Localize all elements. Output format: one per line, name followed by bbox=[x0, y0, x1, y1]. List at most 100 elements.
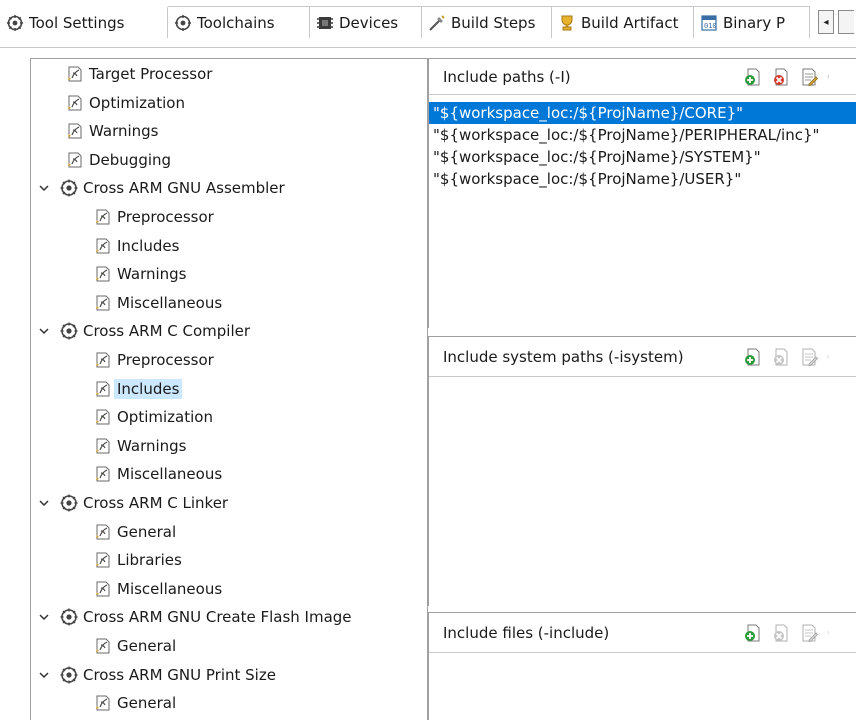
move-up-icon[interactable] bbox=[827, 623, 833, 643]
tree-item[interactable]: Preprocessor bbox=[93, 204, 214, 230]
tree-item[interactable]: Preprocessor bbox=[93, 347, 214, 373]
move-up-icon[interactable] bbox=[827, 67, 833, 87]
tab-binary[interactable]: 010 Binary P bbox=[694, 6, 810, 38]
chevron-left-icon: ◂ bbox=[823, 16, 829, 28]
tree-item[interactable]: Optimization bbox=[93, 404, 213, 430]
tree-item-label: Preprocessor bbox=[117, 208, 214, 226]
include-files-header: Include files (-include) bbox=[429, 613, 856, 653]
delete-file-icon[interactable] bbox=[771, 623, 791, 643]
include-system-paths-panel: Include system paths (-isystem) bbox=[428, 336, 856, 606]
tab-label: Tool Settings bbox=[29, 14, 125, 32]
tree-group[interactable]: Cross ARM GNU Print Size bbox=[37, 662, 276, 688]
tree-item-label: Target Processor bbox=[89, 65, 213, 83]
tab-devices[interactable]: Devices bbox=[310, 6, 422, 38]
delete-path-icon[interactable] bbox=[771, 347, 791, 367]
tree-item[interactable]: Optimization bbox=[65, 90, 185, 116]
list-item[interactable]: "${workspace_loc:/${ProjName}/PERIPHERAL… bbox=[429, 124, 856, 146]
tool-icon bbox=[59, 321, 79, 341]
tab-label: Binary P bbox=[723, 13, 786, 32]
add-path-icon[interactable] bbox=[743, 67, 763, 87]
tool-settings-icon bbox=[6, 14, 24, 32]
list-item[interactable]: "${workspace_loc:/${ProjName}/CORE}" bbox=[429, 102, 856, 124]
settings-page-icon bbox=[93, 293, 113, 313]
tree-item[interactable]: Warnings bbox=[93, 433, 187, 459]
tab-label: Devices bbox=[339, 13, 399, 32]
settings-page-icon bbox=[65, 64, 85, 84]
chevron-down-icon[interactable] bbox=[37, 181, 51, 195]
tool-settings-tree: Target Processor Optimization Warnings Debu… bbox=[30, 58, 428, 720]
tree-item[interactable]: General bbox=[93, 690, 176, 716]
tree-item-label: Optimization bbox=[117, 408, 213, 427]
tree-item[interactable]: Includes bbox=[93, 376, 183, 402]
tree-item[interactable]: Warnings bbox=[65, 118, 159, 144]
chevron-down-icon[interactable] bbox=[37, 324, 51, 338]
tab-label: Toolchains bbox=[197, 13, 275, 32]
settings-page-icon bbox=[65, 121, 85, 141]
settings-page-icon bbox=[93, 407, 113, 427]
chevron-down-icon[interactable] bbox=[37, 668, 51, 682]
tab-scroll-left-button[interactable]: ◂ bbox=[818, 10, 834, 34]
tree-item[interactable]: Libraries bbox=[93, 547, 182, 573]
include-files-panel: Include files (-include) bbox=[428, 612, 856, 720]
edit-file-icon[interactable] bbox=[799, 623, 819, 643]
tree-item-label: Libraries bbox=[117, 551, 182, 570]
chevron-down-icon[interactable] bbox=[37, 496, 51, 510]
chevron-down-icon[interactable] bbox=[37, 610, 51, 624]
tab-build-steps[interactable]: Build Steps bbox=[422, 6, 552, 38]
tree-item-label: General bbox=[117, 522, 177, 541]
settings-page-icon bbox=[93, 636, 113, 656]
tree-item[interactable]: General bbox=[93, 519, 176, 545]
include-paths-panel: Include paths (-I) "${workspace_loc:/${P… bbox=[428, 58, 856, 328]
settings-page-icon bbox=[93, 522, 113, 542]
tree-item[interactable]: Includes bbox=[93, 233, 179, 259]
tree-item[interactable]: General bbox=[93, 633, 176, 659]
toolchains-icon bbox=[174, 14, 192, 32]
include-system-paths-header: Include system paths (-isystem) bbox=[429, 337, 856, 377]
tree-item-label: Optimization bbox=[89, 93, 185, 112]
list-item[interactable]: "${workspace_loc:/${ProjName}/SYSTEM}" bbox=[429, 146, 856, 168]
delete-path-icon[interactable] bbox=[771, 67, 791, 87]
tree-item-label: Cross ARM C Compiler bbox=[83, 322, 251, 341]
settings-page-icon bbox=[65, 150, 85, 170]
tool-icon bbox=[59, 178, 79, 198]
tab-scroll-right-button[interactable] bbox=[838, 10, 854, 34]
tree-item[interactable]: Target Processor bbox=[65, 61, 212, 87]
tree-item[interactable]: Miscellaneous bbox=[93, 290, 222, 316]
tree-item-label: Cross ARM GNU Assembler bbox=[83, 179, 285, 198]
edit-path-icon[interactable] bbox=[799, 347, 819, 367]
tree-item-label: Debugging bbox=[89, 150, 172, 169]
settings-page-icon bbox=[93, 350, 113, 370]
tab-toolchains[interactable]: Toolchains bbox=[168, 6, 310, 38]
settings-page-icon bbox=[93, 579, 113, 599]
settings-page-icon bbox=[93, 550, 113, 570]
tab-build-artifact[interactable]: Build Artifact bbox=[552, 6, 694, 38]
edit-path-icon[interactable] bbox=[799, 67, 819, 87]
include-paths-header: Include paths (-I) bbox=[429, 59, 856, 95]
move-up-icon[interactable] bbox=[827, 347, 833, 367]
tree-group[interactable]: Cross ARM GNU Create Flash Image bbox=[37, 604, 352, 630]
tab-bar: Tool Settings Toolchains Devices Build S… bbox=[0, 0, 856, 48]
tree-group[interactable]: Cross ARM GNU Assembler bbox=[37, 175, 285, 201]
tool-icon bbox=[59, 493, 79, 513]
settings-page-icon bbox=[93, 379, 113, 399]
tree-item[interactable]: Warnings bbox=[93, 261, 187, 287]
settings-page-icon bbox=[93, 264, 113, 284]
tree-group[interactable]: Cross ARM C Compiler bbox=[37, 318, 250, 344]
tree-item-label: Includes bbox=[114, 378, 183, 399]
include-system-paths-title: Include system paths (-isystem) bbox=[443, 347, 684, 366]
list-item[interactable]: "${workspace_loc:/${ProjName}/USER}" bbox=[429, 168, 856, 190]
tool-icon bbox=[59, 665, 79, 685]
settings-page-icon bbox=[93, 464, 113, 484]
add-path-icon[interactable] bbox=[743, 347, 763, 367]
tree-group[interactable]: Cross ARM C Linker bbox=[37, 490, 228, 516]
tool-icon bbox=[59, 607, 79, 627]
tree-item[interactable]: Miscellaneous bbox=[93, 576, 222, 602]
include-paths-title: Include paths (-I) bbox=[443, 67, 571, 86]
settings-page-icon bbox=[93, 693, 113, 713]
add-file-icon[interactable] bbox=[743, 623, 763, 643]
tree-item[interactable]: Debugging bbox=[65, 147, 171, 173]
build-steps-icon bbox=[428, 14, 446, 32]
settings-page-icon bbox=[93, 436, 113, 456]
tree-item[interactable]: Miscellaneous bbox=[93, 461, 222, 487]
tab-tool-settings[interactable]: Tool Settings bbox=[0, 6, 168, 38]
